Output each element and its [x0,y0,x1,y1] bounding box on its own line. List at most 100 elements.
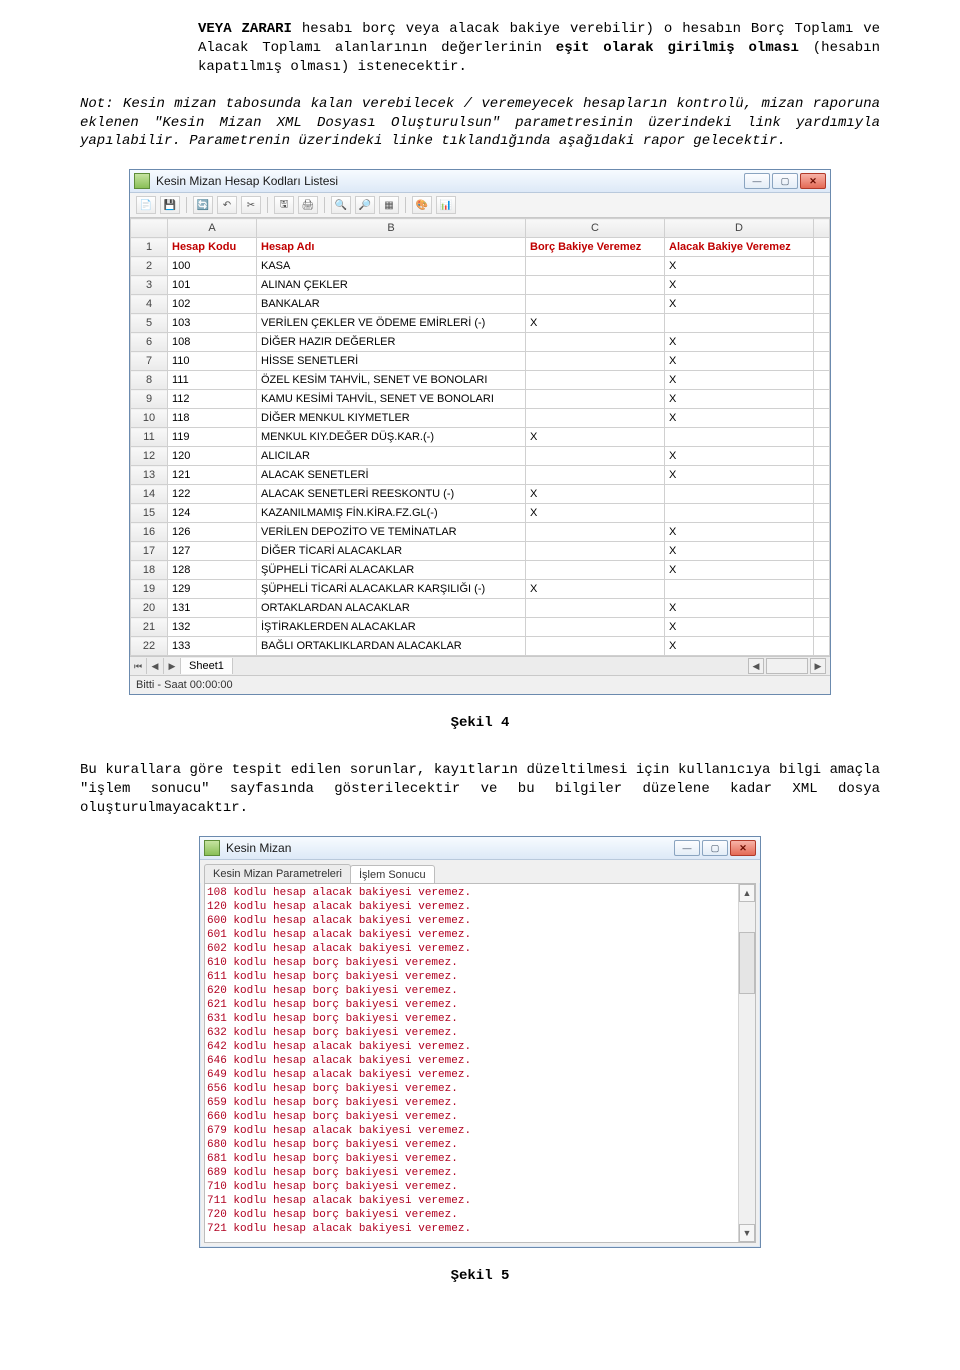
minimize-button[interactable]: — [674,840,700,856]
table-row[interactable]: 8111ÖZEL KESİM TAHVİL, SENET VE BONOLARI… [131,371,830,390]
hesap-kodu-cell[interactable]: 124 [168,504,257,523]
undo-icon[interactable]: ↶ [217,196,237,214]
table-row[interactable]: 22133BAĞLI ORTAKLIKLARDAN ALACAKLARX [131,637,830,656]
table-row[interactable]: 15124KAZANILMAMIŞ FİN.KİRA.FZ.GL(-)X [131,504,830,523]
hesap-adi-cell[interactable]: ALINAN ÇEKLER [257,276,526,295]
row-number[interactable]: 18 [131,561,168,580]
hesap-adi-cell[interactable]: DİĞER HAZIR DEĞERLER [257,333,526,352]
scroll-up-button[interactable]: ▲ [739,884,755,902]
spreadsheet-grid[interactable]: ABCD 1Hesap KoduHesap AdıBorç Bakiye Ver… [130,218,830,656]
row-number[interactable]: 20 [131,599,168,618]
borc-bakiye-cell[interactable]: X [526,314,665,333]
alacak-bakiye-cell[interactable] [665,485,814,504]
borc-bakiye-cell[interactable]: X [526,504,665,523]
borc-bakiye-cell[interactable] [526,561,665,580]
row-number[interactable]: 9 [131,390,168,409]
alacak-bakiye-cell[interactable]: X [665,466,814,485]
hesap-adi-cell[interactable]: İŞTİRAKLERDEN ALACAKLAR [257,618,526,637]
hesap-kodu-cell[interactable]: 126 [168,523,257,542]
sheet-tab-1[interactable]: Sheet1 [181,658,233,674]
column-header[interactable] [814,219,830,238]
table-row[interactable]: 2100KASAX [131,257,830,276]
hscroll-left[interactable]: ◀ [748,658,764,674]
alacak-bakiye-cell[interactable]: X [665,542,814,561]
table-row[interactable]: 3101ALINAN ÇEKLER X [131,276,830,295]
table-row[interactable]: 5103VERİLEN ÇEKLER VE ÖDEME EMİRLERİ (-)… [131,314,830,333]
hesap-adi-cell[interactable]: ŞÜPHELİ TİCARİ ALACAKLAR KARŞILIĞI (-) [257,580,526,599]
column-header[interactable] [131,219,168,238]
borc-bakiye-cell[interactable] [526,523,665,542]
row-number[interactable]: 19 [131,580,168,599]
column-header[interactable]: A [168,219,257,238]
row-number[interactable]: 11 [131,428,168,447]
row-number[interactable]: 17 [131,542,168,561]
hesap-kodu-cell[interactable]: 118 [168,409,257,428]
hesap-kodu-cell[interactable]: 121 [168,466,257,485]
hscroll-right[interactable]: ▶ [810,658,826,674]
disk-icon[interactable]: 🖫 [274,196,294,214]
hesap-adi-cell[interactable]: ALICILAR [257,447,526,466]
hesap-adi-cell[interactable]: DİĞER TİCARİ ALACAKLAR [257,542,526,561]
vertical-scrollbar[interactable]: ▲ ▼ [738,884,755,1242]
tab-kesin-mizan-parametreleri[interactable]: Kesin Mizan Parametreleri [204,864,351,883]
table-row[interactable]: 17127DİĞER TİCARİ ALACAKLAR X [131,542,830,561]
hesap-adi-cell[interactable]: DİĞER MENKUL KIYMETLER [257,409,526,428]
table-row[interactable]: 16126VERİLEN DEPOZİTO VE TEMİNATLARX [131,523,830,542]
hesap-adi-cell[interactable]: HİSSE SENETLERİ [257,352,526,371]
row-number[interactable]: 2 [131,257,168,276]
hesap-kodu-cell[interactable]: 111 [168,371,257,390]
hesap-adi-cell[interactable]: ORTAKLARDAN ALACAKLAR [257,599,526,618]
save-icon[interactable]: 💾 [160,196,180,214]
hesap-adi-cell[interactable]: MENKUL KIY.DEĞER DÜŞ.KAR.(-) [257,428,526,447]
borc-bakiye-cell[interactable] [526,390,665,409]
borc-bakiye-cell[interactable] [526,257,665,276]
table-row[interactable]: 4102BANKALARX [131,295,830,314]
hesap-kodu-cell[interactable]: 129 [168,580,257,599]
borc-bakiye-cell[interactable] [526,409,665,428]
hesap-adi-cell[interactable]: VERİLEN DEPOZİTO VE TEMİNATLAR [257,523,526,542]
row-number[interactable]: 10 [131,409,168,428]
maximize-button[interactable]: ▢ [702,840,728,856]
close-button[interactable]: ✕ [800,173,826,189]
row-number[interactable]: 3 [131,276,168,295]
borc-bakiye-cell[interactable] [526,333,665,352]
table-row[interactable]: 9112KAMU KESİMİ TAHVİL, SENET VE BONOLAR… [131,390,830,409]
hesap-kodu-cell[interactable]: 101 [168,276,257,295]
zoom-in-icon[interactable]: 🔍 [331,196,351,214]
hesap-kodu-cell[interactable]: 133 [168,637,257,656]
alacak-bakiye-cell[interactable] [665,504,814,523]
table-row[interactable]: 19129ŞÜPHELİ TİCARİ ALACAKLAR KARŞILIĞI … [131,580,830,599]
hesap-kodu-cell[interactable]: 120 [168,447,257,466]
zoom-out-icon[interactable]: 🔎 [355,196,375,214]
row-number[interactable]: 7 [131,352,168,371]
alacak-bakiye-cell[interactable]: X [665,390,814,409]
borc-bakiye-cell[interactable] [526,352,665,371]
hesap-kodu-cell[interactable]: 131 [168,599,257,618]
row-number[interactable]: 1 [131,238,168,257]
hesap-adi-cell[interactable]: ÖZEL KESİM TAHVİL, SENET VE BONOLARI [257,371,526,390]
table-row[interactable]: 18128ŞÜPHELİ TİCARİ ALACAKLARX [131,561,830,580]
alacak-bakiye-cell[interactable]: X [665,257,814,276]
alacak-bakiye-cell[interactable] [665,580,814,599]
borc-bakiye-cell[interactable] [526,295,665,314]
scroll-thumb[interactable] [739,932,755,994]
row-number[interactable]: 21 [131,618,168,637]
table-row[interactable]: 20131ORTAKLARDAN ALACAKLAR X [131,599,830,618]
cut-icon[interactable]: ✂ [241,196,261,214]
hesap-adi-cell[interactable]: ALACAK SENETLERİ REESKONTU (-) [257,485,526,504]
hesap-adi-cell[interactable]: ALACAK SENETLERİ [257,466,526,485]
table-row[interactable]: 6108DİĞER HAZIR DEĞERLERX [131,333,830,352]
hesap-kodu-cell[interactable]: 132 [168,618,257,637]
sheet-nav-next[interactable]: ▶ [164,658,181,674]
alacak-bakiye-cell[interactable] [665,314,814,333]
row-number[interactable]: 6 [131,333,168,352]
table-row[interactable]: 21132İŞTİRAKLERDEN ALACAKLARX [131,618,830,637]
table-row[interactable]: 10118DİĞER MENKUL KIYMETLERX [131,409,830,428]
table-row[interactable]: 13121ALACAK SENETLERİX [131,466,830,485]
borc-bakiye-cell[interactable] [526,542,665,561]
alacak-bakiye-cell[interactable]: X [665,599,814,618]
hesap-kodu-cell[interactable]: 127 [168,542,257,561]
maximize-button[interactable]: ▢ [772,173,798,189]
hesap-kodu-cell[interactable]: 122 [168,485,257,504]
alacak-bakiye-cell[interactable]: X [665,276,814,295]
